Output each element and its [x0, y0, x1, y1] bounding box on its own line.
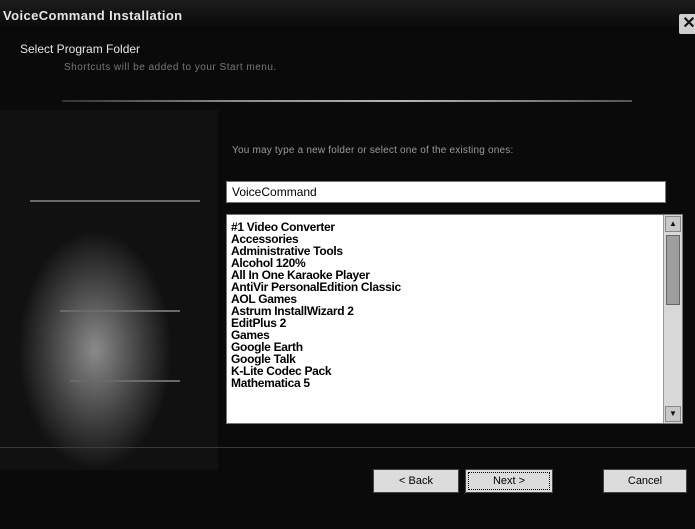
close-button[interactable]: ✕	[679, 14, 695, 34]
folder-list-items: #1 Video Converter Accessories Administrat…	[231, 221, 660, 389]
instruction-text: You may type a new folder or select one …	[232, 145, 514, 156]
folder-list-item[interactable]: EditPlus 2	[231, 317, 660, 329]
list-scrollbar[interactable]: ▲ ▼	[663, 215, 682, 423]
header-divider	[62, 100, 632, 102]
back-button[interactable]: < Back	[373, 469, 459, 493]
program-folder-input[interactable]	[226, 181, 666, 203]
page-description: Shortcuts will be added to your Start me…	[64, 62, 277, 73]
scroll-down-icon[interactable]: ▼	[665, 406, 681, 422]
image-stripe	[60, 310, 180, 312]
title-bar: VoiceCommand Installation ✕	[0, 0, 695, 34]
scroll-up-icon[interactable]: ▲	[665, 216, 681, 232]
image-stripe	[70, 380, 180, 382]
next-button[interactable]: Next >	[465, 469, 553, 493]
folder-list-item[interactable]: Mathematica 5	[231, 377, 660, 389]
cancel-button[interactable]: Cancel	[603, 469, 687, 493]
wizard-side-image	[0, 110, 218, 470]
scroll-thumb[interactable]	[666, 235, 680, 305]
existing-folders-list[interactable]: #1 Video Converter Accessories Administrat…	[226, 214, 683, 424]
image-stripe	[30, 200, 200, 202]
window-title: VoiceCommand Installation	[3, 8, 183, 23]
footer-divider	[0, 447, 695, 448]
page-subtitle: Select Program Folder	[20, 42, 141, 56]
folder-list-item[interactable]: Astrum InstallWizard 2	[231, 305, 660, 317]
